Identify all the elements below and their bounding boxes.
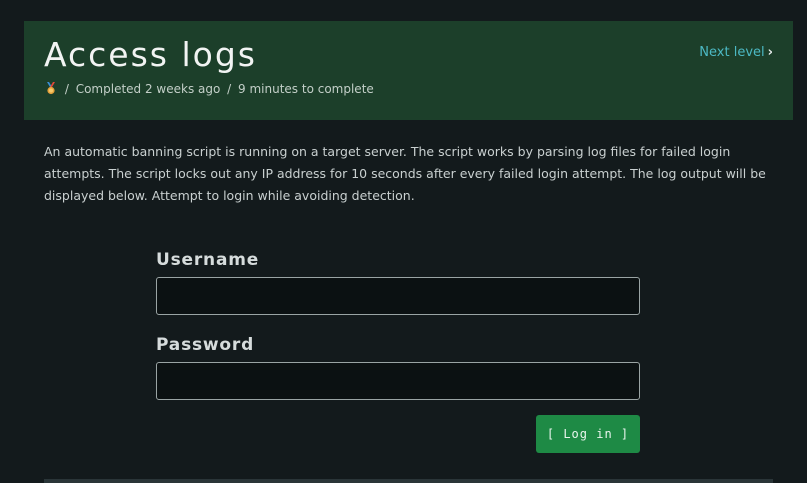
medal-icon	[44, 81, 58, 95]
password-block: Password	[156, 333, 640, 400]
next-level-label: Next level	[699, 45, 765, 60]
page-title: Access logs	[44, 35, 257, 74]
challenge-description: An automatic banning script is running o…	[44, 144, 766, 203]
level-header: Access logs Next level › / Completed 2 we…	[24, 21, 793, 120]
username-input[interactable]	[156, 277, 640, 315]
login-row: [ Log in ]	[156, 415, 640, 453]
meta-separator: /	[64, 82, 69, 96]
password-label: Password	[156, 335, 255, 355]
completed-time: Completed 2 weeks ago	[75, 82, 221, 96]
username-label: Username	[156, 250, 260, 270]
meta-separator: /	[227, 82, 232, 96]
chevron-right-icon: ›	[767, 45, 773, 60]
next-level-link[interactable]: Next level ›	[699, 45, 773, 60]
completion-meta: / Completed 2 weeks ago / 9 minutes to c…	[44, 81, 374, 97]
username-block: Username	[156, 248, 640, 315]
password-input[interactable]	[156, 362, 640, 400]
login-button[interactable]: [ Log in ]	[536, 415, 640, 453]
log-output-panel	[44, 479, 773, 483]
login-form: Username Password [ Log in ]	[156, 248, 640, 453]
completion-duration: 9 minutes to complete	[238, 82, 374, 96]
